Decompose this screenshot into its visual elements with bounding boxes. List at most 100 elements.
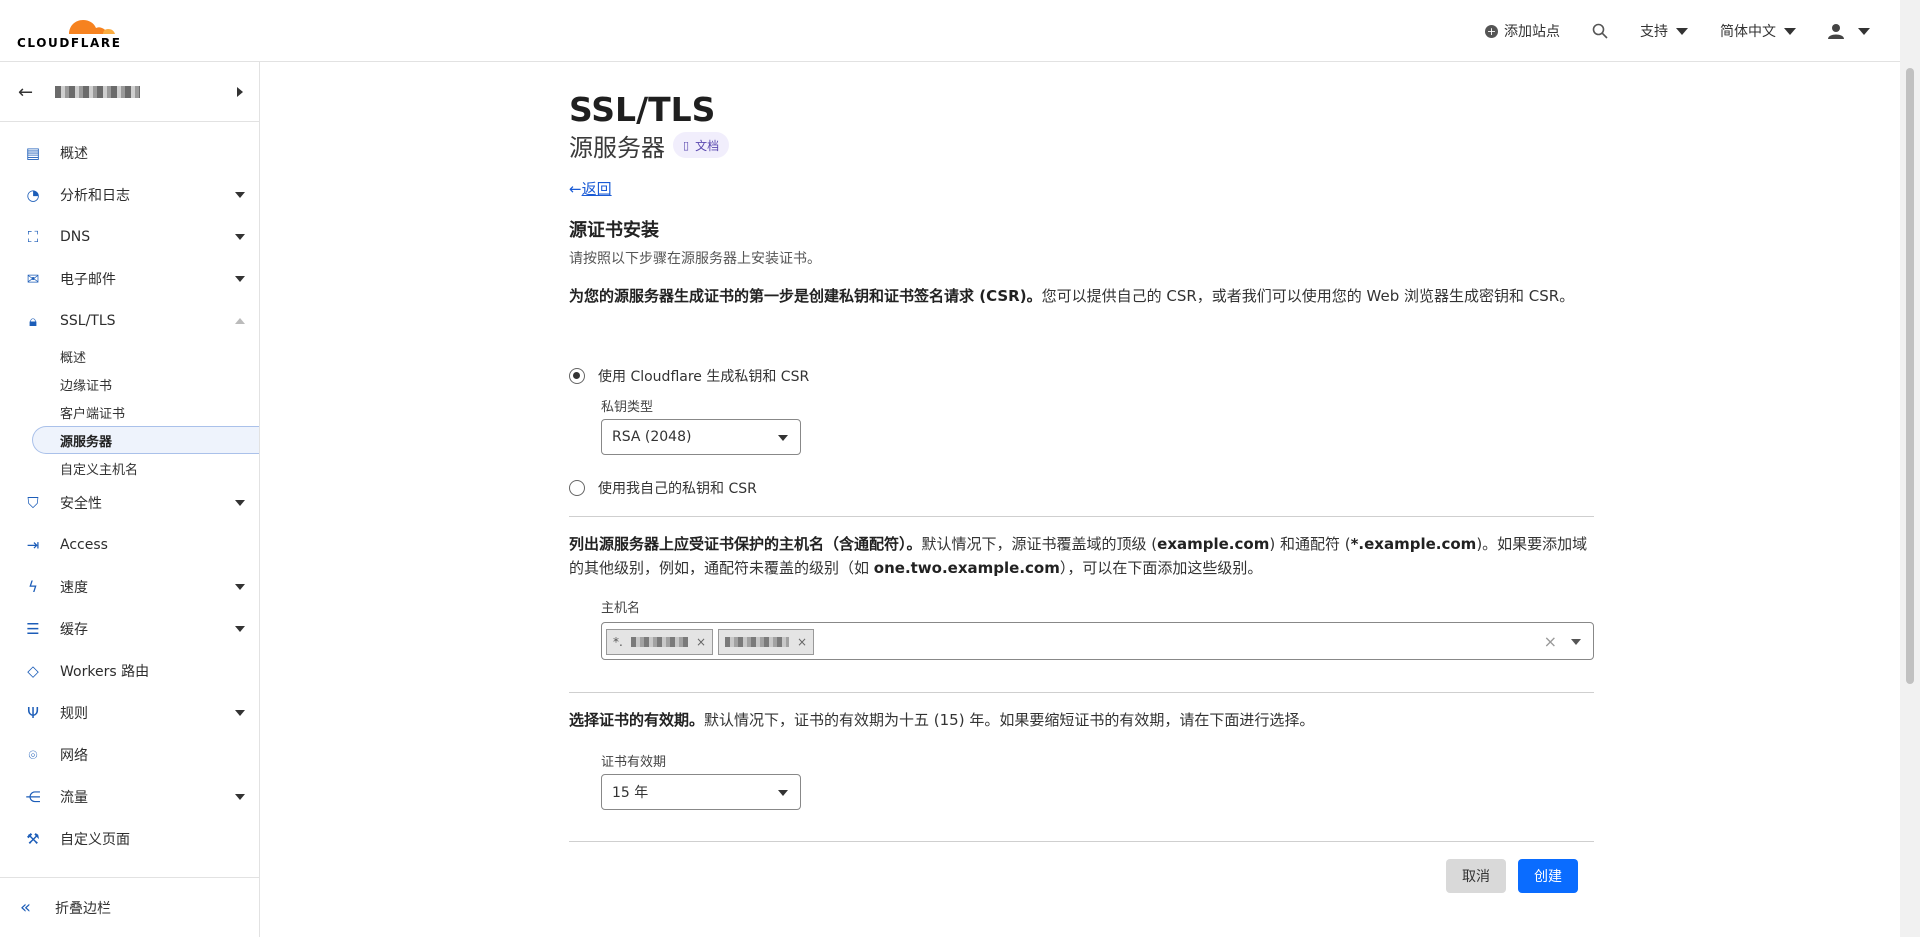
key-type-value: RSA (2048)	[612, 429, 692, 445]
sidebar-item-label: 流量	[60, 790, 88, 806]
sidebar-sub-client-certificates[interactable]: 客户端证书	[0, 398, 259, 426]
chevron-down-icon	[1784, 27, 1796, 35]
chevron-down-icon	[235, 234, 245, 240]
support-label: 支持	[1640, 24, 1668, 40]
cache-icon: ☰	[26, 620, 40, 638]
location-icon: ⌾	[28, 746, 38, 764]
page-scrollbar[interactable]	[1900, 0, 1920, 937]
chevron-down-icon	[778, 435, 788, 441]
search-button[interactable]	[1592, 23, 1608, 39]
sidebar-item-label: 概述	[60, 146, 88, 162]
sidebar-item-rules[interactable]: Ψ 规则	[0, 692, 259, 734]
sidebar-nav: ▤ 概述 ◔ 分析和日志 ⛶ DNS ✉ 电子邮件 🔒︎ SSL/TLS 概述 …	[0, 132, 259, 860]
sidebar-item-cache[interactable]: ☰ 缓存	[0, 608, 259, 650]
access-icon: ⇥	[26, 536, 40, 554]
sidebar: ← ▤ 概述 ◔ 分析和日志 ⛶ DNS ✉ 电子邮件 🔒︎ SSL/TLS 概…	[0, 62, 260, 937]
validity-bold-text: 选择证书的有效期。	[569, 711, 705, 729]
hostname-label: 主机名	[601, 601, 641, 616]
support-menu[interactable]: 支持	[1640, 21, 1688, 41]
chevron-down-icon	[235, 192, 245, 198]
wrench-icon: ⚒	[26, 830, 40, 848]
docs-link[interactable]: ▯ 文档	[673, 132, 730, 158]
radio-cloudflare-generate[interactable]: 使用 Cloudflare 生成私钥和 CSR	[569, 366, 809, 386]
top-header: CLOUDFLARE + 添加站点 支持 简体中文	[0, 0, 1900, 62]
back-link[interactable]: ←返回	[569, 178, 612, 199]
chevron-up-icon	[235, 318, 245, 324]
user-menu[interactable]	[1828, 23, 1870, 39]
sidebar-sub-custom-hostnames[interactable]: 自定义主机名	[0, 454, 259, 482]
radio-selected-icon[interactable]	[569, 368, 585, 384]
chevron-down-icon	[778, 790, 788, 796]
hostname-tag[interactable]: *. ×	[606, 629, 713, 655]
hostname-multiselect[interactable]: *. × × ×	[601, 622, 1594, 660]
key-type-label: 私钥类型	[601, 400, 654, 415]
sidebar-item-label: 电子邮件	[60, 272, 116, 288]
cloudflare-logo[interactable]: CLOUDFLARE	[17, 10, 127, 50]
sidebar-item-analytics[interactable]: ◔ 分析和日志	[0, 174, 259, 216]
lock-icon: 🔒︎	[29, 312, 37, 330]
clear-icon[interactable]: ×	[1544, 632, 1557, 651]
user-icon	[1828, 24, 1844, 39]
back-arrow-icon[interactable]: ←	[18, 82, 33, 103]
sidebar-item-workers-routes[interactable]: ◇ Workers 路由	[0, 650, 259, 692]
hostname-redacted	[630, 637, 688, 647]
sidebar-item-label: 分析和日志	[60, 188, 130, 204]
sidebar-sub-origin-server[interactable]: 源服务器	[32, 426, 259, 454]
arrow-left-icon: ←	[569, 180, 582, 198]
sidebar-item-traffic[interactable]: ⋲ 流量	[0, 776, 259, 818]
section-title: 源证书安装	[569, 220, 659, 241]
remove-tag-icon[interactable]: ×	[797, 635, 813, 649]
chevron-down-icon[interactable]	[1571, 639, 1581, 645]
sidebar-item-overview[interactable]: ▤ 概述	[0, 132, 259, 174]
chevron-down-icon	[235, 276, 245, 282]
scrollbar-thumb[interactable]	[1906, 68, 1914, 684]
plus-circle-icon: +	[1485, 24, 1498, 38]
language-label: 简体中文	[1720, 24, 1776, 40]
sidebar-sub-edge-certificates[interactable]: 边缘证书	[0, 370, 259, 398]
hostname-text: ) 和通配符 (	[1269, 535, 1351, 553]
section-description: 请按照以下步骤在源服务器上安装证书。	[569, 251, 821, 267]
chevron-down-icon	[1676, 27, 1688, 35]
shield-icon: ⛉	[27, 494, 39, 512]
add-site-button[interactable]: + 添加站点	[1485, 21, 1560, 41]
sidebar-item-security[interactable]: ⛉ 安全性	[0, 482, 259, 524]
key-type-select[interactable]: RSA (2048)	[601, 419, 801, 455]
collapse-sidebar-button[interactable]: « 折叠边栏	[0, 877, 259, 937]
sidebar-item-email[interactable]: ✉ 电子邮件	[0, 258, 259, 300]
remove-tag-icon[interactable]: ×	[696, 635, 712, 649]
hostname-bold-text: 列出源服务器上应受证书保护的主机名（含通配符）。	[569, 535, 922, 553]
top-nav: + 添加站点 支持 简体中文	[1485, 0, 1870, 62]
sidebar-item-label: Workers 路由	[60, 664, 150, 680]
create-button[interactable]: 创建	[1518, 859, 1578, 893]
hostname-tag[interactable]: ×	[718, 629, 814, 655]
cancel-button[interactable]: 取消	[1446, 859, 1506, 893]
account-switcher[interactable]: ←	[0, 62, 259, 122]
radio-unselected-icon[interactable]	[569, 480, 585, 496]
double-chevron-left-icon: «	[20, 897, 32, 918]
rules-icon: Ψ	[27, 704, 39, 722]
language-menu[interactable]: 简体中文	[1720, 21, 1796, 41]
sidebar-item-network[interactable]: ⌾ 网络	[0, 734, 259, 776]
chevron-right-icon	[237, 87, 243, 97]
back-label: 返回	[581, 180, 612, 198]
chevron-down-icon	[235, 584, 245, 590]
validity-select[interactable]: 15 年	[601, 774, 801, 810]
validity-paragraph: 选择证书的有效期。默认情况下，证书的有效期为十五 (15) 年。如果要缩短证书的…	[569, 708, 1589, 732]
page-title: SSL/TLS	[569, 90, 716, 129]
page-subtitle: 源服务器	[569, 134, 665, 162]
sidebar-item-label: 规则	[60, 706, 88, 722]
docs-label: 文档	[695, 138, 720, 153]
csr-bold-text: 为您的源服务器生成证书的第一步是创建私钥和证书签名请求 (CSR)。	[569, 287, 1042, 305]
divider	[569, 692, 1594, 693]
sidebar-item-ssl-tls[interactable]: 🔒︎ SSL/TLS	[0, 300, 259, 342]
sidebar-item-custom-pages[interactable]: ⚒ 自定义页面	[0, 818, 259, 860]
sidebar-item-label: SSL/TLS	[60, 313, 116, 329]
sidebar-item-access[interactable]: ⇥ Access	[0, 524, 259, 566]
sidebar-item-speed[interactable]: ϟ 速度	[0, 566, 259, 608]
sidebar-item-dns[interactable]: ⛶ DNS	[0, 216, 259, 258]
hostname-paragraph: 列出源服务器上应受证书保护的主机名（含通配符）。默认情况下，源证书覆盖域的顶级 …	[569, 532, 1589, 580]
email-icon: ✉	[26, 270, 40, 288]
validity-text: 默认情况下，证书的有效期为十五 (15) 年。如果要缩短证书的有效期，请在下面进…	[704, 711, 1315, 729]
radio-own-key[interactable]: 使用我自己的私钥和 CSR	[569, 478, 757, 498]
sidebar-sub-ssl-overview[interactable]: 概述	[0, 342, 259, 370]
